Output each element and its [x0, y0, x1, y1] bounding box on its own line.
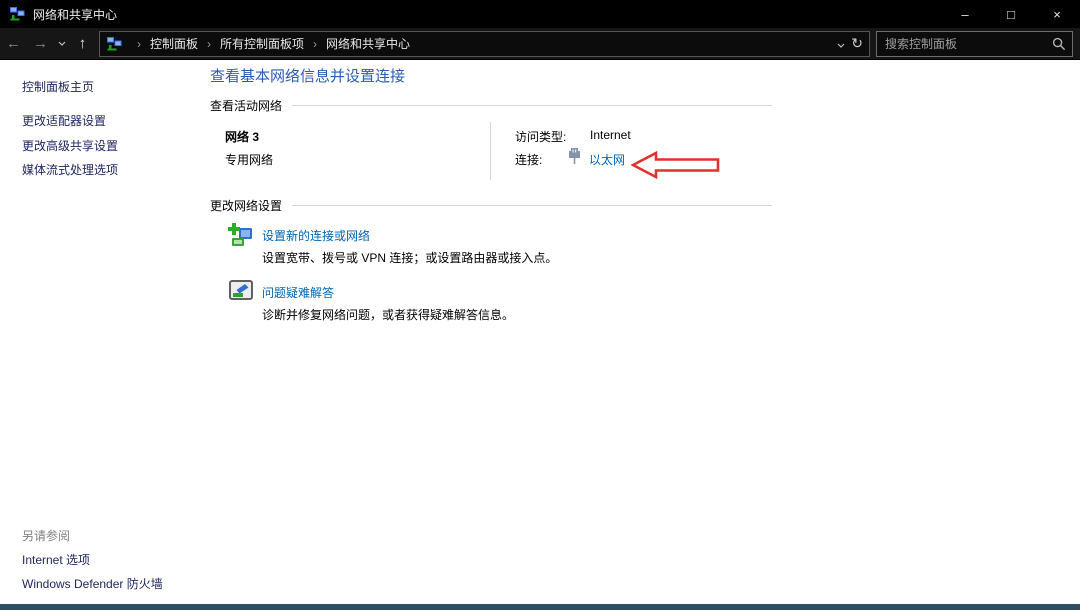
breadcrumb-app-icon [106, 36, 122, 52]
address-toolbar: ← → ↑ › 控制面板 › 所有控制面板项 › 网络和共享中心 ↻ [0, 28, 1080, 60]
breadcrumb-network-sharing-center[interactable]: 网络和共享中心 [326, 35, 410, 52]
ethernet-plug-icon [568, 147, 581, 165]
window-controls: – □ × [942, 0, 1080, 28]
breadcrumb-all-items[interactable]: 所有控制面板项 [220, 35, 304, 52]
troubleshoot-problems-description: 诊断并修复网络问题，或者获得疑难解答信息。 [262, 306, 514, 323]
troubleshoot-problems-link[interactable]: 问题疑难解答 [262, 284, 334, 301]
sidebar-item-media-streaming-options[interactable]: 媒体流式处理选项 [22, 161, 118, 178]
up-button[interactable]: ↑ [69, 31, 96, 57]
change-settings-label: 更改网络设置 [210, 197, 282, 214]
sidebar-item-control-panel-home[interactable]: 控制面板主页 [22, 78, 94, 95]
active-networks-label: 查看活动网络 [210, 97, 282, 114]
recent-pages-chevron-icon[interactable] [54, 41, 69, 46]
setup-new-connection-description: 设置宽带、拨号或 VPN 连接；或设置路由器或接入点。 [262, 249, 557, 266]
address-dropdown-chevron-icon[interactable] [837, 37, 845, 51]
address-bar[interactable]: › 控制面板 › 所有控制面板项 › 网络和共享中心 ↻ [99, 31, 870, 57]
troubleshoot-icon [229, 280, 253, 302]
section-rule [292, 205, 772, 206]
setup-new-connection-link[interactable]: 设置新的连接或网络 [262, 227, 370, 244]
title-bar: 网络和共享中心 – □ × [0, 0, 1080, 28]
sidebar-item-windows-defender-firewall[interactable]: Windows Defender 防火墙 [22, 575, 163, 592]
network-sharing-center-window: 网络和共享中心 – □ × ← → ↑ › 控制面板 › 所有控制面板项 › 网… [0, 0, 1080, 610]
active-networks-section-header: 查看活动网络 [210, 97, 772, 114]
new-connection-icon [227, 222, 254, 249]
network-name: 网络 3 [225, 128, 259, 145]
network-profile: 专用网络 [225, 151, 273, 168]
taskbar-edge [0, 604, 1080, 610]
back-button[interactable]: ← [0, 31, 27, 57]
network-sharing-center-icon [9, 6, 25, 22]
search-input[interactable] [885, 37, 1052, 51]
content-area: 控制面板主页 更改适配器设置 更改高级共享设置 媒体流式处理选项 另请参阅 In… [0, 60, 1080, 604]
access-type-label: 访问类型: [515, 128, 566, 145]
connections-label: 连接: [515, 151, 542, 168]
see-also-heading: 另请参阅 [22, 527, 70, 544]
window-title: 网络和共享中心 [33, 6, 117, 23]
change-settings-section-header: 更改网络设置 [210, 197, 772, 214]
sidebar-item-internet-options[interactable]: Internet 选项 [22, 551, 90, 568]
section-rule [292, 105, 772, 106]
sidebar-item-change-adapter-settings[interactable]: 更改适配器设置 [22, 112, 106, 129]
search-icon[interactable] [1052, 37, 1066, 51]
search-box[interactable] [876, 31, 1073, 57]
breadcrumb-control-panel[interactable]: 控制面板 [150, 35, 198, 52]
address-bar-buttons: ↻ [837, 35, 865, 52]
network-divider [490, 122, 491, 180]
red-arrow-annotation [631, 150, 721, 180]
sidebar-item-change-advanced-sharing[interactable]: 更改高级共享设置 [22, 137, 118, 154]
breadcrumb-separator: › [207, 37, 211, 51]
breadcrumb-separator: › [137, 37, 141, 51]
close-button[interactable]: × [1034, 0, 1080, 28]
ethernet-link[interactable]: 以太网 [589, 151, 625, 168]
maximize-button[interactable]: □ [988, 0, 1034, 28]
breadcrumb-separator: › [313, 37, 317, 51]
minimize-button[interactable]: – [942, 0, 988, 28]
forward-button[interactable]: → [27, 31, 54, 57]
page-title: 查看基本网络信息并设置连接 [210, 65, 405, 86]
refresh-icon[interactable]: ↻ [851, 35, 863, 52]
access-type-value: Internet [590, 128, 631, 142]
